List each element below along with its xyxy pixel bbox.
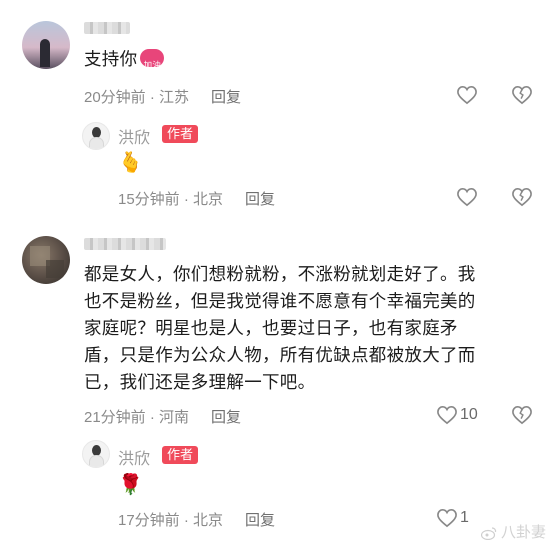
like-count: 10 [460, 406, 478, 423]
avatar[interactable] [22, 21, 70, 69]
username-blurred[interactable] [84, 238, 166, 250]
rose-emoji-icon: 🌹 [118, 474, 143, 496]
reply-meta: 17分钟前 · 北京 回复 [118, 512, 276, 529]
broken-heart-icon[interactable] [511, 187, 533, 207]
username-blurred[interactable] [84, 22, 130, 34]
finger-heart-emoji-icon: 🫰 [118, 152, 143, 174]
avatar[interactable] [22, 236, 70, 284]
comment-text: 都是女人，你们想粉就粉，不涨粉就划走好了。我 也不是粉丝，但是我觉得谁不愿意有个… [84, 264, 476, 392]
author-badge: 作者 [162, 125, 199, 143]
author-avatar[interactable] [82, 122, 110, 150]
weibo-watermark: 八卦妻 [480, 521, 546, 542]
reply-button[interactable]: 回复 [211, 409, 241, 426]
comment-meta: 20分钟前 · 江苏 回复 [84, 89, 242, 106]
reply-username[interactable]: 洪欣 [118, 445, 150, 469]
reply-username[interactable]: 洪欣 [118, 124, 150, 148]
jiayou-emoji-icon: 加油 [140, 49, 165, 70]
comment-text: 支持你 加油 [84, 46, 165, 73]
heart-outline-icon[interactable] [436, 508, 458, 528]
broken-heart-icon[interactable] [511, 85, 533, 105]
author-avatar[interactable] [82, 440, 110, 468]
heart-outline-icon[interactable] [436, 405, 458, 425]
heart-outline-icon[interactable] [456, 85, 478, 105]
author-badge: 作者 [162, 446, 199, 464]
weibo-logo-icon [480, 526, 497, 540]
reply-meta: 15分钟前 · 北京 回复 [118, 191, 276, 208]
heart-outline-icon[interactable] [456, 187, 478, 207]
like-count: 1 [460, 509, 469, 526]
broken-heart-icon[interactable] [511, 405, 533, 425]
comment-meta: 21分钟前 · 河南 回复 [84, 409, 242, 426]
reply-button[interactable]: 回复 [211, 89, 241, 106]
reply-button[interactable]: 回复 [245, 191, 275, 208]
reply-button[interactable]: 回复 [245, 512, 275, 529]
